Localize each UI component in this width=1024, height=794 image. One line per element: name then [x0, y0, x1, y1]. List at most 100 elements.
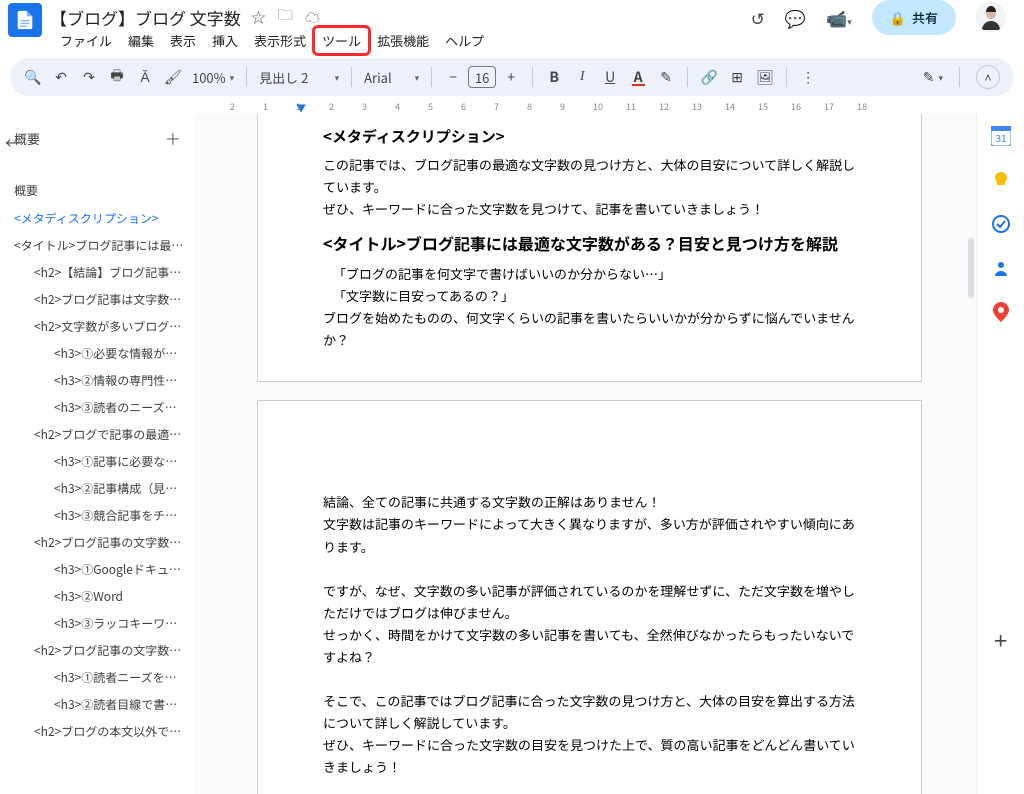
- zoom-select[interactable]: 100%▾: [192, 68, 234, 87]
- search-icon[interactable]: 🔍: [24, 67, 42, 87]
- ruler-mark: 9: [560, 100, 565, 113]
- ruler-mark: 1: [263, 100, 268, 113]
- undo-icon[interactable]: ↶: [52, 67, 70, 87]
- ruler-mark: 18: [857, 100, 867, 113]
- ruler-mark: 11: [626, 100, 636, 113]
- menu-編集[interactable]: 編集: [120, 27, 162, 54]
- keep-icon[interactable]: [991, 170, 1011, 190]
- highlight-icon[interactable]: ✎: [657, 67, 675, 87]
- history-icon[interactable]: ↺: [751, 5, 765, 30]
- lock-icon: 🔒: [890, 8, 906, 27]
- body-text[interactable]: そこで、この記事ではブログ記事に合った文字数の見つけ方と、大体の目安を算出する方…: [323, 690, 861, 734]
- editing-mode-select[interactable]: ✎ ▾: [923, 67, 943, 87]
- body-text[interactable]: ぜひ、キーワードに合った文字数を見つけて、記事を書いていきましょう！: [323, 198, 861, 220]
- outline-item[interactable]: <h2>文字数が多いブログ…: [14, 313, 189, 340]
- outline-item[interactable]: <h3>③ラッコキーワ…: [14, 610, 189, 637]
- outline-item[interactable]: <h2>ブログ記事の文字数…: [14, 529, 189, 556]
- outline-item[interactable]: <h3>③競合記事をチ…: [14, 502, 189, 529]
- decrease-font-icon[interactable]: −: [444, 67, 462, 87]
- outline-item[interactable]: <h2>ブログで記事の最適…: [14, 421, 189, 448]
- style-value: 見出し 2: [259, 68, 308, 87]
- outline-item[interactable]: <h2>ブログの本文以外で…: [14, 718, 189, 745]
- body-text[interactable]: 文字数は記事のキーワードによって大きく異なりますが、多い方が評価されやすい傾向に…: [323, 513, 861, 557]
- document-title[interactable]: 【ブログ】ブログ 文字数: [50, 5, 241, 30]
- outline-item[interactable]: <h3>②Word: [14, 583, 189, 610]
- ruler-mark: 17: [824, 100, 834, 113]
- outline-item[interactable]: <h3>①読者ニーズを…: [14, 664, 189, 691]
- outline-item[interactable]: <h3>③読者のニーズ…: [14, 394, 189, 421]
- outline-item[interactable]: <h3>①記事に必要な…: [14, 448, 189, 475]
- outline-item[interactable]: <h2>ブログ記事の文字数…: [14, 637, 189, 664]
- account-avatar[interactable]: [976, 2, 1006, 32]
- menu-ファイル[interactable]: ファイル: [52, 27, 120, 54]
- document-canvas[interactable]: <メタディスクリプション> この記事では、ブログ記事の最適な文字数の見つけ方と、…: [195, 114, 976, 794]
- outline-item[interactable]: <メタディスクリプション>: [14, 205, 189, 232]
- menu-拡張機能[interactable]: 拡張機能: [369, 27, 437, 54]
- meet-icon[interactable]: 📹▾: [826, 5, 852, 30]
- italic-icon[interactable]: I: [573, 69, 591, 85]
- outline-item[interactable]: <h3>②記事構成（見…: [14, 475, 189, 502]
- doc-h1[interactable]: <タイトル>ブログ記事には最適な文字数がある？目安と見つけ方を解説: [323, 230, 861, 257]
- text-color-icon[interactable]: A: [629, 67, 647, 87]
- insert-comment-icon[interactable]: ⊞: [728, 67, 746, 87]
- outline-item[interactable]: <タイトル>ブログ記事には最…: [14, 232, 189, 259]
- ruler-mark: 14: [725, 100, 735, 113]
- menu-ツール[interactable]: ツール: [314, 27, 369, 54]
- paragraph-style-select[interactable]: 見出し 2▾: [259, 68, 339, 87]
- print-icon[interactable]: 🖶: [108, 65, 126, 89]
- ruler-mark: 16: [791, 100, 801, 113]
- svg-text:31: 31: [995, 130, 1006, 145]
- outline-item[interactable]: <h3>①必要な情報が…: [14, 340, 189, 367]
- outline-item[interactable]: <h2>ブログ記事は文字数…: [14, 286, 189, 313]
- add-on-icon[interactable]: ＋: [991, 630, 1011, 650]
- body-text[interactable]: 「文字数に目安ってあるの？」: [333, 285, 861, 307]
- body-text[interactable]: ぜひ、キーワードに合った文字数の目安を見つけた上で、質の高い記事をどんどん書いて…: [323, 734, 861, 778]
- menu-挿入[interactable]: 挿入: [204, 27, 246, 54]
- docs-app-icon[interactable]: [8, 3, 42, 37]
- share-button[interactable]: 🔒 共有: [872, 0, 956, 35]
- collapse-toolbar-icon[interactable]: ˄: [976, 65, 1000, 89]
- redo-icon[interactable]: ↷: [80, 67, 98, 87]
- meta-heading[interactable]: <メタディスクリプション>: [323, 124, 861, 150]
- star-icon[interactable]: ☆: [249, 5, 268, 30]
- bold-icon[interactable]: B: [545, 67, 563, 87]
- ruler-mark: 1: [296, 100, 301, 113]
- cloud-status-icon[interactable]: ☁: [303, 5, 322, 30]
- menu-表示[interactable]: 表示: [162, 27, 204, 54]
- contacts-icon[interactable]: [991, 258, 1011, 278]
- calendar-icon[interactable]: 31: [991, 126, 1011, 146]
- scrollbar-thumb[interactable]: [968, 238, 974, 298]
- body-text[interactable]: ブログを始めたものの、何文字くらいの記事を書いたらいいかが分からずに悩んでいませ…: [323, 307, 861, 351]
- toolbar: 🔍 ↶ ↷ 🖶 Ӑ 🖌 100%▾ 見出し 2▾ Arial▾ − 16 + B…: [10, 58, 1014, 96]
- body-text[interactable]: 「ブログの記事を何文字で書けばいいのか分からない…」: [333, 263, 861, 285]
- add-summary-icon[interactable]: ＋: [165, 126, 181, 150]
- tasks-icon[interactable]: [991, 214, 1011, 234]
- ruler-mark: 2: [230, 100, 235, 113]
- paint-format-icon[interactable]: 🖌: [164, 67, 182, 87]
- insert-link-icon[interactable]: 🔗: [700, 67, 718, 87]
- font-select[interactable]: Arial▾: [364, 68, 419, 87]
- outline-panel: 概要 ＋ 概要 <メタディスクリプション><タイトル>ブログ記事には最…<h2>…: [0, 114, 195, 794]
- body-text[interactable]: 結論、全ての記事に共通する文字数の正解はありません！: [323, 491, 861, 513]
- menu-表示形式[interactable]: 表示形式: [246, 27, 314, 54]
- menu-ヘルプ[interactable]: ヘルプ: [437, 27, 492, 54]
- body-text[interactable]: この記事では、ブログ記事の最適な文字数の見つけ方と、大体の目安について詳しく解説…: [323, 154, 861, 198]
- insert-image-icon[interactable]: 🖼: [756, 67, 774, 87]
- body-text[interactable]: ですが、なぜ、文字数の多い記事が評価されているのかを理解せずに、ただ文字数を増や…: [323, 580, 861, 624]
- outline-item[interactable]: <h3>①Googleドキュ…: [14, 556, 189, 583]
- outline-item[interactable]: <h3>②情報の専門性…: [14, 367, 189, 394]
- outline-item[interactable]: <h3>②読者目線で書…: [14, 691, 189, 718]
- increase-font-icon[interactable]: +: [502, 67, 520, 87]
- body-text[interactable]: せっかく、時間をかけて文字数の多い記事を書いても、全然伸びなかったらもったいない…: [323, 624, 861, 668]
- collapse-outline-icon[interactable]: ←: [5, 130, 21, 154]
- outline-section-label: 概要: [0, 156, 195, 205]
- more-icon[interactable]: ⋮: [799, 67, 817, 87]
- maps-icon[interactable]: [991, 302, 1011, 322]
- spellcheck-icon[interactable]: Ӑ: [136, 67, 154, 87]
- outline-item[interactable]: <h2>【結論】ブログ記事…: [14, 259, 189, 286]
- comments-icon[interactable]: 💬: [785, 5, 806, 30]
- share-label: 共有: [912, 8, 938, 27]
- underline-icon[interactable]: U: [601, 67, 619, 87]
- font-size-input[interactable]: 16: [468, 66, 496, 88]
- ruler[interactable]: ▼ 21123456789101112131415161718: [230, 100, 1024, 114]
